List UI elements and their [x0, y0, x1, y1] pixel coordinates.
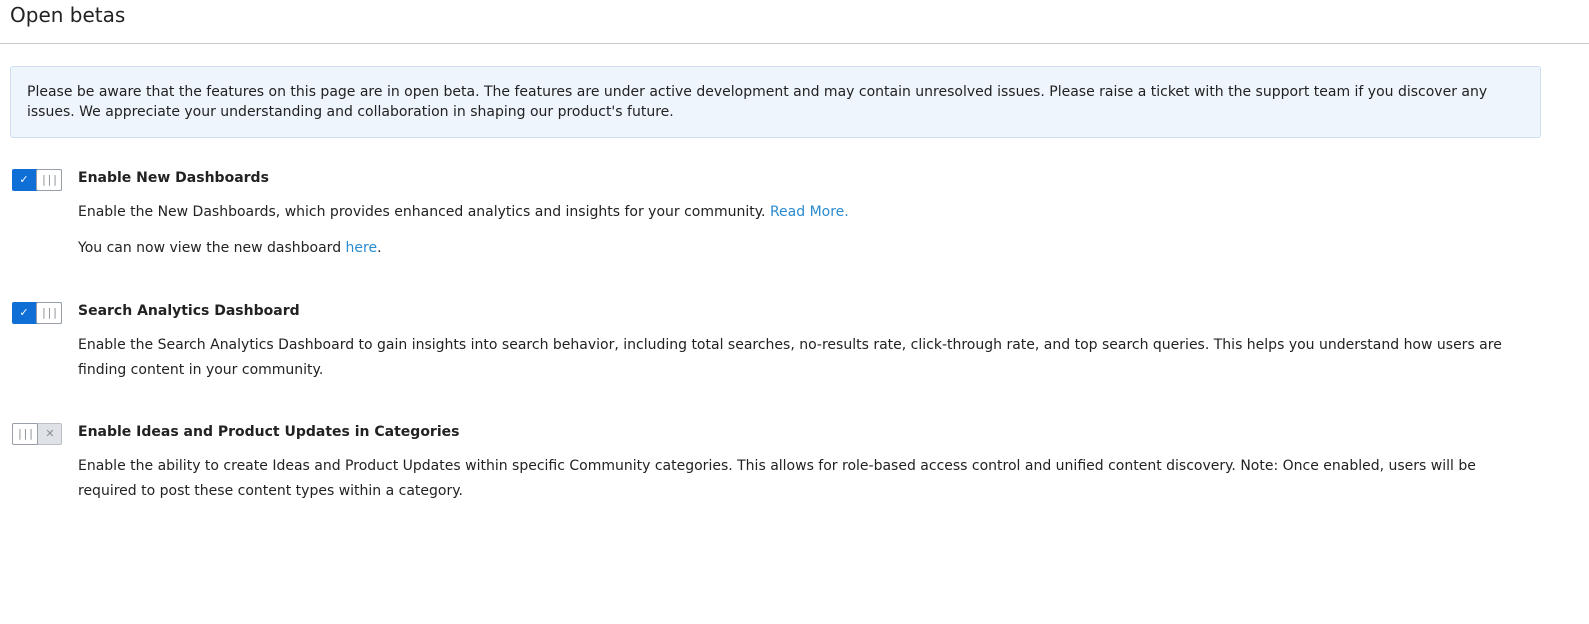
beta-notice-text: Please be aware that the features on thi…	[27, 84, 1488, 120]
read-more-link[interactable]: Read More.	[770, 204, 849, 220]
feature-description: Enable the New Dashboards, which provide…	[78, 200, 1518, 225]
feature-note-suffix: .	[377, 240, 382, 256]
feature-title: Search Analytics Dashboard	[78, 303, 300, 319]
search-analytics-toggle[interactable]: ✓ |||	[12, 302, 62, 324]
page-title: Open betas	[10, 3, 126, 27]
check-icon: ✓	[19, 173, 29, 186]
toggle-grip-icon: |||	[12, 423, 38, 445]
ideas-categories-toggle[interactable]: ||| ✕	[12, 423, 62, 445]
check-icon: ✓	[19, 306, 29, 319]
feature-note-prefix: You can now view the new dashboard	[78, 240, 346, 256]
feature-note: You can now view the new dashboard here.	[78, 236, 1518, 261]
feature-description: Enable the ability to create Ideas and P…	[78, 458, 1476, 499]
new-dashboards-toggle[interactable]: ✓ |||	[12, 169, 62, 191]
feature-title: Enable Ideas and Product Updates in Cate…	[78, 424, 460, 440]
toggle-grip-icon: |||	[36, 169, 62, 191]
view-dashboard-link[interactable]: here	[346, 240, 378, 256]
feature-description-text: Enable the New Dashboards, which provide…	[78, 204, 766, 220]
toggle-grip-icon: |||	[36, 302, 62, 324]
feature-title: Enable New Dashboards	[78, 170, 269, 186]
beta-notice: Please be aware that the features on thi…	[10, 66, 1541, 138]
page-header: Open betas	[0, 0, 1589, 44]
cross-icon: ✕	[45, 427, 55, 440]
feature-description: Enable the Search Analytics Dashboard to…	[78, 337, 1502, 378]
